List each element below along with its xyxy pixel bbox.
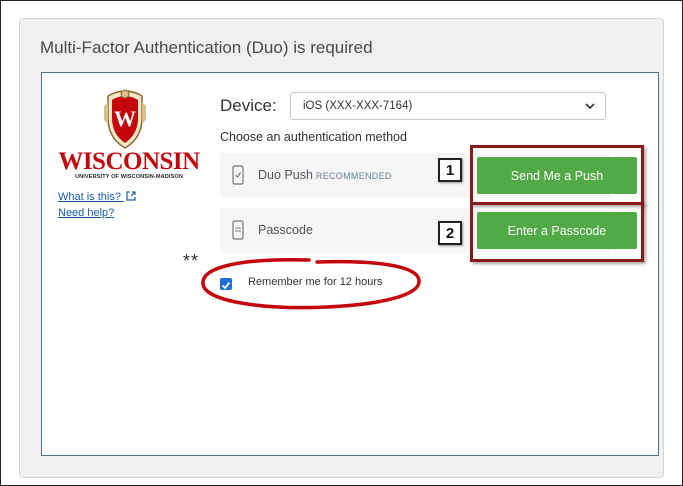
keypad-phone-icon <box>232 220 244 240</box>
device-label: Device: <box>220 96 277 115</box>
checkmark-icon <box>221 281 231 290</box>
choose-method-label: Choose an authentication method <box>220 130 407 144</box>
what-is-this-link[interactable]: What is this? <box>58 191 136 203</box>
recommended-tag: RECOMMENDED <box>315 171 392 181</box>
remember-label[interactable]: Remember me for 12 hours <box>248 276 383 288</box>
annotation-badge-2: 2 <box>438 221 462 245</box>
external-link-icon <box>126 191 136 201</box>
method-label-passcode: Passcode <box>258 223 313 237</box>
need-help-link[interactable]: Need help? <box>58 207 114 219</box>
logo-wordmark: WISCONSIN <box>58 148 200 175</box>
annotation-box-2 <box>470 202 644 262</box>
svg-text:W: W <box>114 106 136 131</box>
remember-checkbox[interactable] <box>220 278 232 290</box>
annotation-badge-1: 1 <box>438 158 462 182</box>
page-title: Multi-Factor Authentication (Duo) is req… <box>40 38 373 57</box>
device-select[interactable]: iOS (XXX-XXX-7164) <box>290 92 606 120</box>
device-select-value: iOS (XXX-XXX-7164) <box>303 100 413 112</box>
what-is-this-label: What is this? <box>58 191 121 203</box>
uw-crest-icon: W <box>104 89 146 149</box>
chevron-down-icon <box>585 103 595 110</box>
annotation-box-1 <box>470 145 644 205</box>
method-label-duo-push: Duo Push RECOMMENDED <box>258 168 392 182</box>
phone-check-icon <box>232 165 244 185</box>
logo-subtitle: UNIVERSITY OF WISCONSIN-MADISON <box>74 174 184 180</box>
